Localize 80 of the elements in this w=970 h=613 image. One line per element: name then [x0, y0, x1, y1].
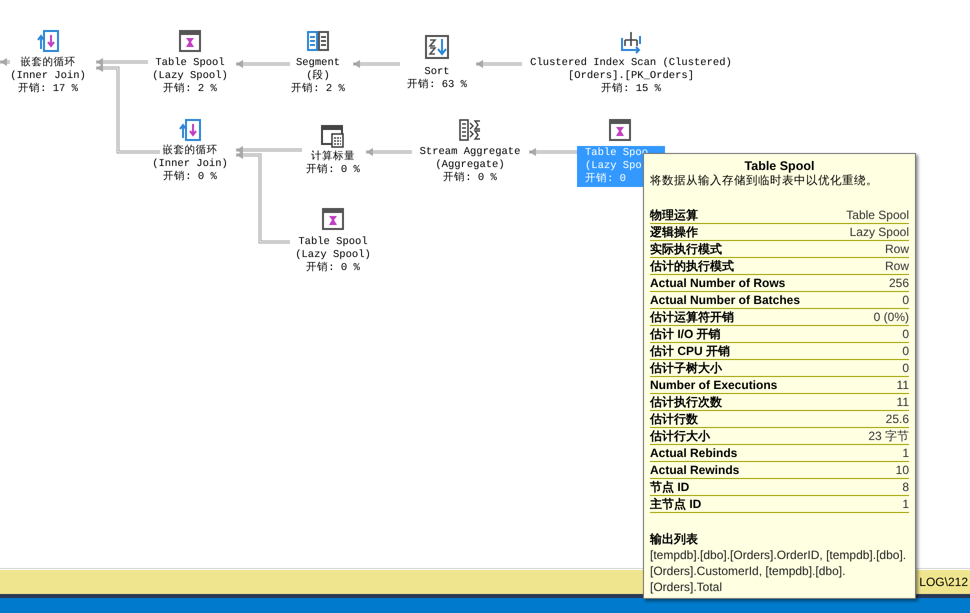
connector-arrow: [236, 60, 290, 68]
property-name: 估计的执行模式: [650, 258, 734, 275]
node-label: 开销: 2 %: [291, 83, 345, 96]
property-name: 估计 CPU 开销: [650, 343, 730, 360]
property-value: Lazy Spool: [850, 224, 909, 241]
node-label: (Inner Join): [152, 158, 228, 170]
property-name: 逻辑操作: [650, 224, 698, 241]
property-value: 0: [902, 360, 909, 377]
property-name: 实际执行模式: [650, 241, 722, 258]
property-name: 估计 I/O 开销: [650, 326, 721, 343]
property-value: 10: [896, 462, 909, 479]
property-value: 1: [902, 445, 909, 462]
property-name: 估计子树大小: [650, 360, 722, 377]
node-label: 开销: 0 %: [306, 262, 360, 275]
property-value: 8: [902, 479, 909, 496]
connector-arrow: [476, 60, 522, 68]
node-label: 嵌套的循环: [162, 145, 218, 158]
node-label: (Aggregate): [435, 159, 505, 172]
property-name: Actual Number of Batches: [650, 292, 800, 309]
node-label: Segment: [296, 57, 340, 70]
property-name: 估计行数: [650, 411, 698, 428]
property-value: Row: [884, 258, 909, 275]
node-label: Sort: [424, 66, 450, 78]
loop-icon: [36, 29, 60, 53]
connector-arrow: [528, 148, 578, 156]
status-text: LOG\212: [918, 574, 969, 591]
connector-arrow: [366, 148, 412, 156]
node-label: 嵌套的循环: [20, 57, 76, 70]
spool-icon: [321, 207, 345, 231]
property-value: 0: [902, 292, 909, 309]
property-value: 0: [902, 343, 909, 360]
node-label: Stream Aggregate: [420, 146, 520, 159]
spool-icon: [608, 118, 632, 142]
property-value: 11: [896, 377, 909, 394]
node-label: 开销: 0 %: [443, 172, 497, 185]
node-label: 开销: 17 %: [18, 83, 78, 96]
node-label: Table Spool: [298, 236, 368, 249]
aggregate-icon: [458, 118, 482, 142]
property-name: Actual Rebinds: [650, 445, 738, 462]
node-label: 开销: 0 %: [306, 164, 360, 177]
output-heading: 输出列表: [650, 531, 699, 547]
property-value: 25.6: [886, 411, 909, 428]
property-name: 估计行大小: [650, 428, 710, 445]
property-name: 物理运算: [650, 207, 698, 224]
node-label: 开销: 0 %: [163, 171, 217, 184]
property-value: 11: [896, 394, 909, 411]
property-value: 0 (0%): [874, 309, 909, 326]
property-name: Actual Rewinds: [650, 462, 740, 479]
property-value: Table Spool: [846, 207, 909, 224]
spool-icon: [178, 29, 202, 53]
node-label: Clustered Index Scan (Clustered): [530, 57, 732, 70]
connector-arrow: [352, 60, 400, 68]
node-label: (Inner Join): [10, 70, 86, 82]
node-label: (Lazy Spool): [295, 249, 371, 262]
property-name: Actual Number of Rows: [650, 275, 786, 292]
property-value: 0: [902, 326, 909, 343]
property-name: 估计运算符开销: [650, 309, 734, 326]
calculator-icon: [321, 124, 345, 148]
tooltip-title: Table Spool: [744, 159, 816, 174]
node-label: 计算标量: [311, 151, 355, 164]
node-label: (段): [306, 70, 330, 82]
node-label: 开销: 2 %: [163, 83, 217, 96]
property-name: 节点 ID: [650, 479, 690, 496]
node-label: [Orders].[PK_Orders]: [568, 70, 694, 82]
sort-icon: [425, 35, 449, 59]
node-label: Table Spool: [155, 57, 225, 70]
columns-icon: [306, 29, 330, 53]
node-label: 开销: 15 %: [601, 83, 661, 96]
property-value: 1: [902, 496, 909, 513]
loop-icon: [178, 118, 202, 142]
property-value: 23 字节: [868, 428, 909, 445]
node-label: (Lazy Spool): [152, 70, 228, 82]
property-value: 256: [888, 275, 909, 292]
property-value: Row: [884, 241, 909, 258]
property-name: 主节点 ID: [650, 496, 702, 513]
tree-icon: [619, 30, 643, 54]
output-list: [tempdb].[dbo].[Orders].OrderID, [tempdb].[dbo].[Orders].CustomerId, [tempdb].[dbo].[Orders].Total: [650, 547, 909, 595]
property-name: 估计执行次数: [650, 394, 722, 411]
property-name: Number of Executions: [650, 377, 778, 394]
node-label: 开销: 63 %: [407, 79, 467, 92]
